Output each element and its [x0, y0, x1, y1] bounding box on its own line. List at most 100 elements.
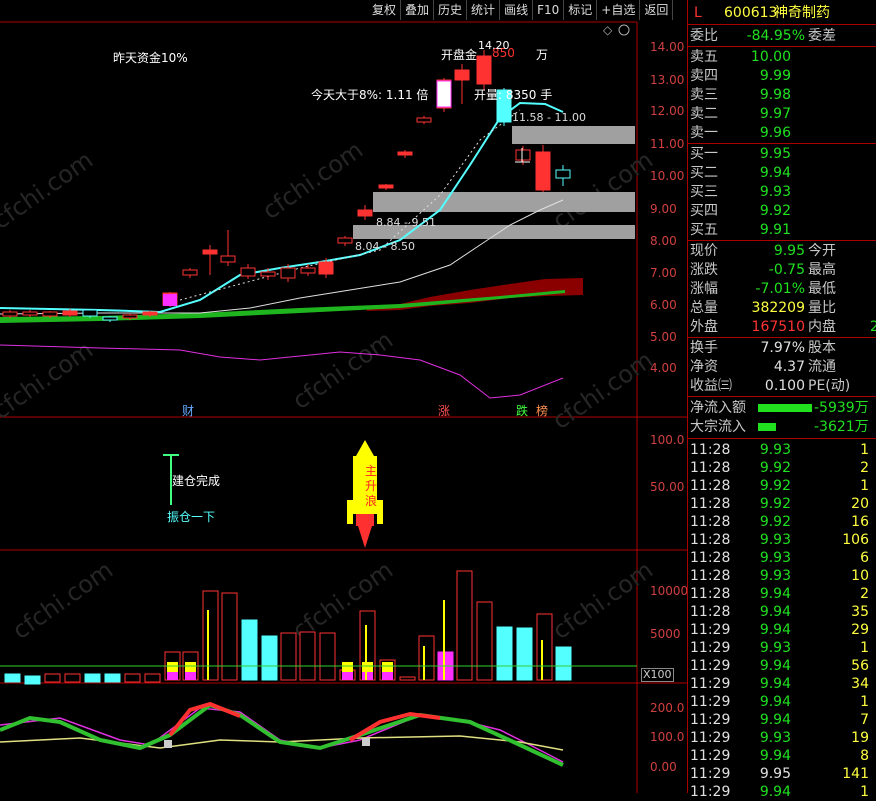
candle-body: [220, 255, 236, 263]
svg-text:cfchi.com: cfchi.com: [547, 146, 658, 235]
buy-level-price: 9.91: [759, 222, 791, 238]
axis-tick: 100.0: [650, 730, 685, 744]
axis-tick: 50.00: [650, 480, 685, 494]
candle-body: [202, 249, 218, 255]
volume-bar-fill: [185, 672, 196, 680]
tick-time: 11:29: [690, 712, 731, 728]
svg-text:cfchi.com: cfchi.com: [287, 326, 398, 415]
candle-body: [102, 316, 118, 321]
weicha-label: 委差: [808, 28, 836, 44]
tick-volume: 34: [851, 676, 869, 692]
volume-bar: [221, 592, 238, 681]
candle-body: [454, 69, 470, 81]
zhencang-label: 振仓一下: [167, 510, 216, 524]
candle-body: [555, 169, 571, 179]
buy-level-label: 买五: [690, 222, 718, 238]
volume-bar: [280, 632, 297, 681]
tick-volume: 2: [860, 586, 869, 602]
buy-level-price: 9.93: [759, 184, 791, 200]
axis-tick: 8.00: [650, 234, 677, 248]
volume-bar: [319, 632, 336, 681]
axis-tick: 13.00: [650, 73, 685, 87]
axis-tick: 4.00: [650, 361, 677, 375]
volume-bar: [24, 675, 41, 685]
axis-tick: 5000: [650, 627, 681, 641]
buy-level-label: 买一: [690, 146, 718, 162]
today-ratio-label: 今天大于8%: 1.11 倍: [311, 88, 429, 102]
tick-price: 9.94: [759, 604, 791, 620]
volume-bar: [44, 673, 61, 683]
axis-tick: 10.00: [650, 169, 685, 183]
sell-level-price: 9.99: [759, 68, 791, 84]
sell-level-label: 卖四: [690, 68, 718, 84]
volume-bar-fill: [382, 672, 393, 680]
tick-volume: 8: [860, 748, 869, 764]
tick-time: 11:28: [690, 442, 731, 458]
svg-text:cfchi.com: cfchi.com: [0, 336, 98, 425]
stat-label: 净资: [690, 359, 718, 375]
volume-bar: [202, 590, 219, 681]
volume-bar: [64, 673, 81, 683]
zhang-tag: 涨: [438, 404, 451, 418]
tick-price: 9.94: [759, 694, 791, 710]
tick-price: 9.93: [759, 640, 791, 656]
axis-tick: 7.00: [650, 266, 677, 280]
sell-level-price: 9.98: [759, 87, 791, 103]
sell-level-price: 10.00: [750, 49, 791, 65]
tick-volume: 35: [851, 604, 869, 620]
sell-level-label: 卖二: [690, 106, 718, 122]
sell-level-price: 9.96: [759, 125, 791, 141]
tick-price: 9.94: [759, 622, 791, 638]
stat-label-2: 股本: [808, 340, 836, 356]
candle-body: [337, 237, 353, 244]
volume-bar: [399, 676, 416, 681]
tick-volume: 56: [851, 658, 869, 674]
svg-text:cfchi.com: cfchi.com: [0, 146, 98, 235]
stat-label: 总量: [690, 300, 718, 316]
candle-body: [122, 314, 138, 319]
range-box: [512, 126, 635, 144]
candle-body: [82, 309, 98, 317]
tick-price: 9.94: [759, 676, 791, 692]
tick-volume: 1: [860, 478, 869, 494]
axis-tick: 5.00: [650, 330, 677, 344]
volume-bar: [299, 631, 316, 681]
volume-bar: [496, 626, 513, 681]
stat-label: 涨幅: [690, 281, 718, 297]
tick-time: 11:29: [690, 640, 731, 656]
tick-time: 11:29: [690, 658, 731, 674]
tick-time: 11:29: [690, 694, 731, 710]
circle-icon: [618, 24, 630, 36]
tick-volume: 7: [860, 712, 869, 728]
stat-label-2: 最低: [808, 281, 836, 297]
tick-volume: 1: [860, 442, 869, 458]
tick-time: 11:29: [690, 622, 731, 638]
tick-volume: 1: [860, 694, 869, 710]
tick-volume: 2: [860, 460, 869, 476]
svg-text:cfchi.com: cfchi.com: [257, 136, 368, 225]
cai-tag: 财: [182, 404, 195, 418]
volume-bar: [418, 635, 435, 681]
stat-label-2: 最高: [808, 262, 836, 278]
buy-level-price: 9.94: [759, 165, 791, 181]
stat-label-2: 量比: [808, 300, 836, 316]
tick-price: 9.94: [759, 586, 791, 602]
buy-level-label: 买二: [690, 165, 718, 181]
diamond-icon: ◇: [603, 23, 613, 37]
tick-time: 11:28: [690, 496, 731, 512]
tick-price: 9.93: [759, 550, 791, 566]
flow-bar: [758, 423, 776, 431]
watermark: cfchi.com cfchi.com cfchi.com cfchi.com …: [0, 136, 658, 645]
candle-body: [318, 261, 334, 275]
bang-tag: 榜: [536, 404, 549, 418]
stat-label: 现价: [690, 243, 718, 259]
sell-level-label: 卖三: [690, 87, 718, 103]
stat-value: 0.100: [764, 378, 805, 394]
stat-value: 7.97%: [760, 340, 805, 356]
tick-time: 11:29: [690, 748, 731, 764]
open-volume-label: 开量: 8350 手: [474, 88, 553, 102]
candle-body: [300, 267, 316, 274]
volume-bar: [555, 646, 572, 681]
volume-bar: [241, 619, 258, 681]
axis-tick: 9.00: [650, 202, 677, 216]
